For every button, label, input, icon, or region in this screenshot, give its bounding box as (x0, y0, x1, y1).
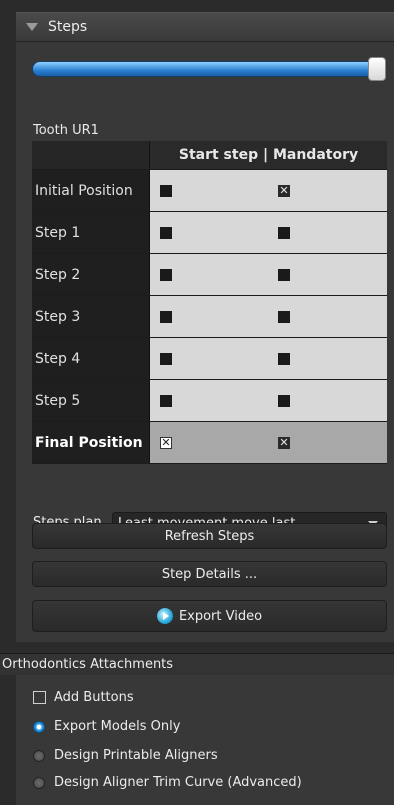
row-label: Initial Position (32, 170, 150, 211)
attachments-header[interactable]: Orthodontics Attachments (0, 653, 394, 675)
design-trim-curve-radio[interactable] (33, 776, 45, 789)
row-label: Step 4 (32, 338, 150, 379)
mandatory-checkbox[interactable] (278, 268, 290, 281)
row-label: Step 1 (32, 212, 150, 253)
table-corner (32, 141, 150, 169)
add-buttons-checkbox[interactable] (33, 691, 46, 704)
table-row: Step 4 (32, 338, 387, 380)
tooth-label: Tooth UR1 (33, 123, 99, 138)
table-row: Initial Position ✕ (32, 170, 387, 212)
start-step-checkbox[interactable] (160, 352, 172, 365)
start-step-checkbox[interactable] (160, 184, 172, 197)
design-printable-aligners-label: Design Printable Aligners (54, 748, 218, 763)
mandatory-cross-checkbox[interactable]: ✕ (278, 436, 290, 449)
attachments-title: Orthodontics Attachments (2, 657, 174, 672)
design-trim-curve-option[interactable]: Design Aligner Trim Curve (Advanced) (33, 775, 302, 790)
columns-header: Start step | Mandatory (150, 141, 387, 169)
start-step-cross-checkbox[interactable]: ✕ (160, 436, 172, 449)
design-printable-aligners-radio[interactable] (33, 749, 45, 762)
table-row: Step 3 (32, 296, 387, 338)
table-row: Step 1 (32, 212, 387, 254)
steps-slider-track[interactable] (32, 61, 382, 77)
step-details-label: Step Details ... (161, 566, 258, 582)
steps-panel-title: Steps (48, 19, 88, 35)
steps-table: Start step | Mandatory Initial Position … (32, 141, 387, 464)
step-details-button[interactable]: Step Details ... (32, 561, 387, 587)
mandatory-cross-checkbox[interactable]: ✕ (278, 184, 290, 197)
steps-slider-handle[interactable] (368, 57, 386, 81)
table-row: Step 5 (32, 380, 387, 422)
row-label: Step 2 (32, 254, 150, 295)
row-label: Step 5 (32, 380, 150, 421)
start-step-checkbox[interactable] (160, 394, 172, 407)
design-trim-curve-label: Design Aligner Trim Curve (Advanced) (54, 775, 302, 790)
steps-panel-header[interactable]: Steps (16, 12, 394, 42)
row-label: Final Position (32, 422, 150, 463)
table-row-final: Final Position ✕ ✕ (32, 422, 387, 464)
add-buttons-label: Add Buttons (54, 690, 134, 705)
refresh-steps-label: Refresh Steps (164, 528, 255, 544)
play-video-icon (156, 608, 173, 624)
export-models-only-option[interactable]: Export Models Only (33, 719, 180, 734)
export-video-button[interactable]: Export Video (32, 600, 387, 632)
start-step-checkbox[interactable] (160, 226, 172, 239)
collapse-triangle-icon[interactable] (26, 23, 38, 31)
start-step-checkbox[interactable] (160, 310, 172, 323)
mandatory-checkbox[interactable] (278, 352, 290, 365)
mandatory-checkbox[interactable] (278, 394, 290, 407)
start-step-checkbox[interactable] (160, 268, 172, 281)
export-models-only-label: Export Models Only (54, 719, 181, 734)
export-models-only-radio[interactable] (33, 720, 45, 733)
mandatory-checkbox[interactable] (278, 226, 290, 239)
refresh-steps-button[interactable]: Refresh Steps (32, 523, 387, 549)
table-row: Step 2 (32, 254, 387, 296)
mandatory-checkbox[interactable] (278, 310, 290, 323)
add-buttons-option[interactable]: Add Buttons (33, 690, 134, 705)
design-printable-aligners-option[interactable]: Design Printable Aligners (33, 748, 218, 763)
row-label: Step 3 (32, 296, 150, 337)
export-video-label: Export Video (178, 608, 263, 624)
